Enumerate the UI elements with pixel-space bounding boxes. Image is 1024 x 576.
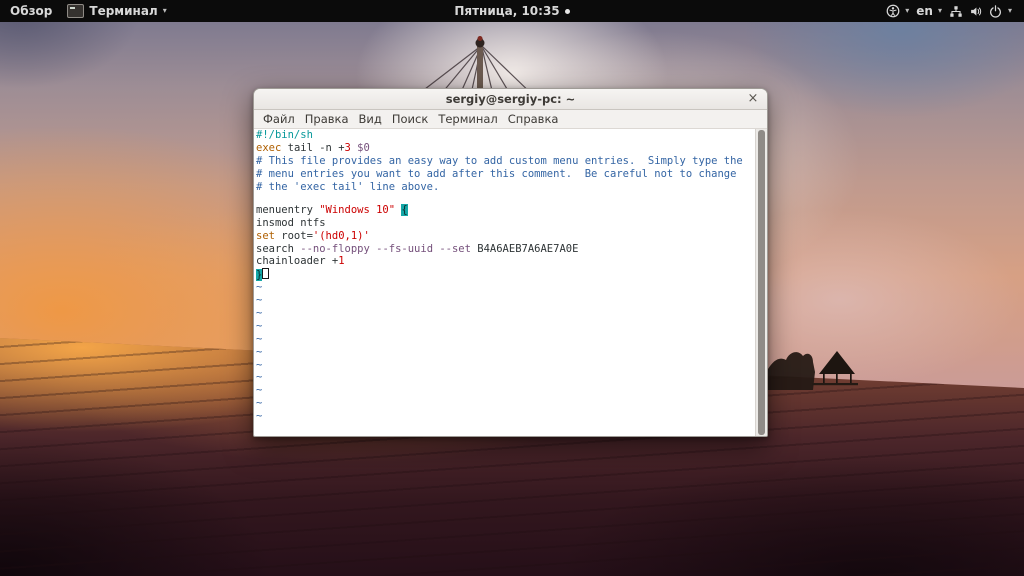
gnome-top-bar: Пятница, 10:35 Обзор Терминал ▾ ▾ en ▾ ▾	[0, 0, 1024, 22]
menubar-item[interactable]: Терминал	[433, 112, 502, 126]
vim-tilde-line: ~	[256, 332, 263, 345]
desktop: Пятница, 10:35 Обзор Терминал ▾ ▾ en ▾ ▾…	[0, 0, 1024, 576]
close-button[interactable]: ×	[746, 91, 760, 106]
vim-line: chainloader +1	[256, 255, 345, 268]
chevron-down-icon: ▾	[162, 6, 167, 15]
chevron-down-icon: ▾	[937, 6, 942, 15]
vim-tilde-line: ~	[256, 345, 263, 358]
window-titlebar[interactable]: sergiy@sergiy-pc: ~ ×	[254, 89, 767, 110]
vim-line: insmod ntfs	[256, 216, 326, 229]
vim-tilde-line: ~	[256, 319, 263, 332]
vim-tilde-line: ~	[256, 358, 263, 371]
vim-line: menuentry "Windows 10" {	[256, 203, 408, 216]
notification-dot-icon	[564, 8, 570, 14]
chevron-down-icon: ▾	[1007, 6, 1012, 15]
vim-line: set root='(hd0,1)'	[256, 229, 370, 242]
vim-buffer[interactable]: #!/bin/sh exec tail -n +3 $0 # This file p…	[254, 129, 755, 436]
accessibility-icon	[886, 4, 900, 18]
vim-tilde-line: ~	[256, 410, 263, 423]
menubar-item[interactable]: Правка	[300, 112, 354, 126]
volume-icon	[969, 5, 983, 18]
clock-label: Пятница, 10:35	[454, 4, 560, 18]
vim-tilde-line: ~	[256, 384, 263, 397]
window-title: sergiy@sergiy-pc: ~	[445, 92, 576, 106]
vim-line: search --no-floppy --fs-uuid --set B4A6A…	[256, 242, 579, 255]
vim-tilde-line: ~	[256, 371, 263, 384]
island-hut-roof	[819, 351, 855, 374]
vim-statusline: -- ВСТАВКА -- 12,2 Весь	[256, 423, 755, 437]
accessibility-menu[interactable]: ▾	[886, 4, 909, 18]
vim-line: # This file provides an easy way to add …	[256, 154, 743, 167]
terminal-window: sergiy@sergiy-pc: ~ × Файл Правка Вид Поиск…	[253, 88, 768, 437]
keyboard-layout-label: en	[916, 4, 933, 18]
island-pier	[812, 383, 858, 386]
terminal-content: #!/bin/sh exec tail -n +3 $0 # This file p…	[254, 129, 767, 436]
system-status-menu[interactable]: ▾	[949, 4, 1012, 18]
clock-menu[interactable]: Пятница, 10:35	[454, 4, 570, 18]
activities-label: Обзор	[10, 4, 53, 18]
power-icon	[989, 4, 1002, 18]
vim-line: }	[256, 268, 755, 282]
vim-tilde-line: ~	[256, 306, 263, 319]
vim-tilde-line: ~	[256, 281, 263, 294]
chevron-down-icon: ▾	[905, 6, 910, 15]
menubar: Файл Правка Вид Поиск Терминал Справка	[254, 110, 767, 129]
vim-line: exec tail -n +3 $0	[256, 141, 370, 154]
vim-line: #!/bin/sh	[256, 129, 313, 141]
activities-button[interactable]: Обзор	[10, 4, 52, 18]
app-menu-button[interactable]: Терминал ▾	[67, 4, 167, 18]
app-menu-label: Терминал	[89, 4, 158, 18]
menubar-item[interactable]: Справка	[503, 112, 564, 126]
vim-tilde-line: ~	[256, 294, 263, 307]
scrollbar[interactable]	[755, 129, 767, 436]
menubar-item[interactable]: Файл	[258, 112, 300, 126]
keyboard-layout-menu[interactable]: en ▾	[916, 4, 942, 18]
menubar-item[interactable]: Поиск	[387, 112, 433, 126]
vim-tilde-line: ~	[256, 397, 263, 410]
island-trees	[768, 352, 815, 390]
vim-line	[256, 193, 755, 203]
wired-network-icon	[949, 5, 963, 18]
scrollbar-thumb[interactable]	[758, 130, 765, 435]
terminal-app-icon	[67, 4, 85, 18]
vim-line: # menu entries you want to add after thi…	[256, 167, 737, 180]
vim-cursor	[262, 268, 269, 280]
menubar-item[interactable]: Вид	[354, 112, 387, 126]
vim-line: # the 'exec tail' line above.	[256, 180, 440, 193]
